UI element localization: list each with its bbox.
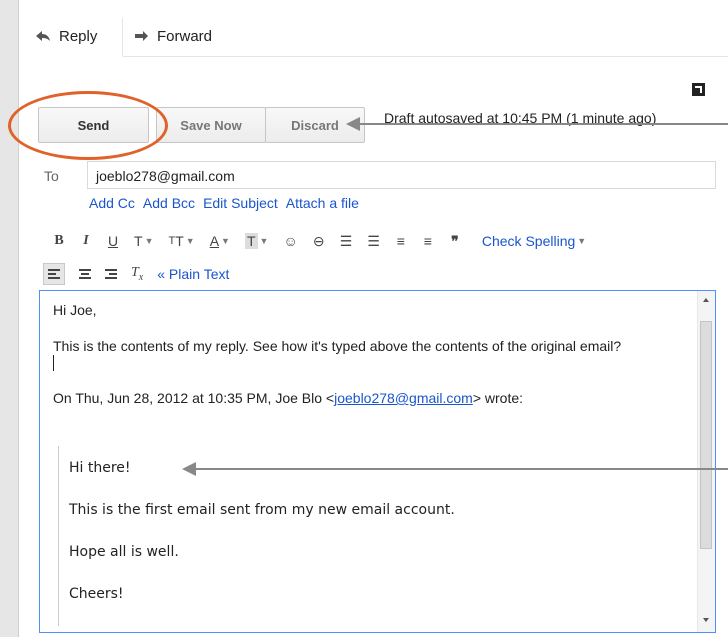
annotation-arrow-quote (194, 468, 728, 470)
font-family-icon[interactable]: T ▼ (134, 230, 153, 252)
send-highlight-ellipse (8, 91, 168, 160)
quoted-line: Hope all is well. (69, 544, 179, 560)
popout-icon[interactable] (692, 83, 705, 96)
edit-subject-link[interactable]: Edit Subject (203, 195, 278, 211)
numbered-list-icon[interactable]: ☰ (340, 230, 353, 252)
quoted-line: Hi there! (69, 460, 131, 476)
greeting-text: Hi Joe, (53, 302, 97, 318)
add-cc-link[interactable]: Add Cc (89, 195, 135, 211)
formatting-toolbar: B I U T ▼ T T ▼ A ▼ T ▼ ☺ ⊖ ☰ ☰ ≡ ≡ ❞ Check S… (53, 230, 586, 252)
forward-arrow-icon (135, 31, 148, 41)
indent-less-icon[interactable]: ≡ (395, 230, 407, 252)
annotation-arrowhead-quote (182, 462, 196, 476)
reply-body-text: This is the contents of my reply. See ho… (53, 338, 622, 354)
indent-more-icon[interactable]: ≡ (422, 230, 434, 252)
text-color-icon[interactable]: A ▼ (210, 230, 230, 252)
reply-arrow-icon (36, 31, 50, 41)
emoji-icon[interactable]: ☺ (283, 230, 297, 252)
quote-email-link[interactable]: joeblo278@gmail.com (334, 390, 473, 406)
recipient-links: Add Cc Add Bcc Edit Subject Attach a fil… (89, 195, 359, 211)
text-cursor (53, 355, 54, 371)
remove-formatting-icon[interactable]: Tx (131, 265, 143, 283)
align-left-icon[interactable] (43, 263, 65, 285)
tab-reply-label: Reply (59, 28, 98, 45)
align-right-icon[interactable] (105, 269, 117, 279)
quoted-line: This is the first email sent from my new… (69, 502, 455, 518)
scroll-down-arrow-icon[interactable] (703, 618, 709, 622)
tab-forward-label: Forward (157, 28, 213, 45)
annotation-arrowhead-send (346, 117, 360, 131)
save-now-button[interactable]: Save Now (156, 107, 266, 143)
italic-icon[interactable]: I (80, 230, 92, 252)
add-bcc-link[interactable]: Add Bcc (143, 195, 195, 211)
alignment-toolbar: Tx « Plain Text (43, 262, 229, 286)
message-body-editor[interactable]: Hi Joe, This is the contents of my reply… (39, 290, 716, 633)
to-field[interactable]: joeblo278@gmail.com (87, 161, 716, 189)
bulleted-list-icon[interactable]: ☰ (367, 230, 380, 252)
reply-tabs: Reply Forward (19, 0, 728, 57)
align-center-icon[interactable] (79, 269, 91, 279)
quote-icon[interactable]: ❞ (449, 230, 461, 252)
attach-file-link[interactable]: Attach a file (286, 195, 359, 211)
to-label: To (44, 168, 59, 184)
quote-header: On Thu, Jun 28, 2012 at 10:35 PM, Joe Bl… (53, 390, 524, 406)
compose-reply-panel: Reply Forward Send Save Now Discard Draf… (8, 0, 728, 637)
quoted-message: Hi there! This is the first email sent f… (58, 446, 689, 626)
message-scrollbar[interactable] (697, 291, 715, 632)
scroll-thumb[interactable] (700, 321, 712, 549)
scroll-up-arrow-icon[interactable] (703, 298, 709, 302)
annotation-arrow-send (358, 123, 728, 125)
tab-reply[interactable]: Reply (19, 18, 123, 57)
link-icon[interactable]: ⊖ (313, 230, 325, 252)
underline-icon[interactable]: U (107, 230, 119, 252)
font-size-icon[interactable]: T T ▼ (168, 230, 194, 252)
plain-text-link[interactable]: « Plain Text (157, 266, 229, 282)
highlight-color-icon[interactable]: T ▼ (244, 230, 268, 252)
check-spelling-link[interactable]: Check Spelling ▼ (482, 230, 586, 252)
message-body-text: Hi Joe, This is the contents of my reply… (53, 301, 693, 407)
bold-icon[interactable]: B (53, 230, 65, 252)
quoted-line: Cheers! (69, 586, 124, 602)
tab-forward[interactable]: Forward (135, 18, 212, 68)
